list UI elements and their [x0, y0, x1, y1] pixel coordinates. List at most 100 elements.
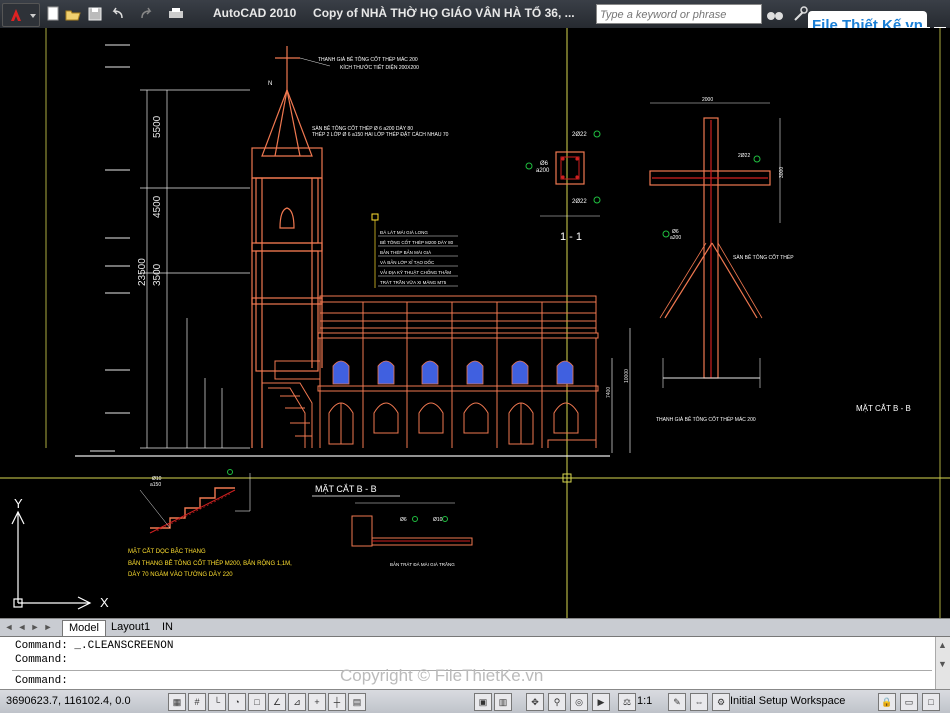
entrance-stair [262, 360, 321, 448]
layout-tab-bar: ◄ ◄ ► ► Model Layout1 IN [0, 618, 950, 636]
polar-tracking-icon[interactable]: ◔ [228, 693, 246, 711]
scroll-down-icon[interactable]: ▼ [938, 659, 947, 669]
slab-note: BẢN TRÁT ĐÁ MÀI GIÀ TRẮNG [390, 560, 455, 567]
layer-note-2: BÊ TÔNG CỐT THÉP M200 DÀY 80 [380, 238, 454, 245]
dim-4500: 4500 [152, 195, 163, 218]
cross-bar-label: 2Ø22 [738, 153, 750, 159]
layer-note-5: VẢI ĐỊA KỸ THUẬT CHỐNG THẤM [380, 269, 451, 275]
last-tab-icon[interactable]: ► [43, 621, 53, 633]
tab-layout1[interactable]: Layout1 [105, 620, 156, 635]
snap-mode-icon[interactable]: ▦ [168, 693, 186, 711]
dim-10000: 10000 [624, 369, 630, 383]
north-label: N [268, 81, 272, 87]
first-tab-icon[interactable]: ◄ [4, 621, 14, 633]
dim-23500: 23500 [137, 258, 148, 286]
search-input[interactable] [597, 7, 763, 23]
dynamic-ucs-icon[interactable]: ⊿ [288, 693, 306, 711]
command-history-line-1: Command: _.CLEANSCREENON [15, 640, 174, 652]
grid-display-icon[interactable]: # [188, 693, 206, 711]
stair-note-2: DÀY 70 NGÀM VÀO TƯỜNG DÀY 220 [128, 571, 233, 578]
spire-note-1: SÀN BÊ TÔNG CỐT THÉP Ø 6 a200 DÀY 80 [312, 124, 413, 132]
search-box[interactable] [596, 4, 763, 24]
command-scrollbar[interactable]: ▲ ▼ [935, 637, 950, 689]
stair-title: MẶT CẮT DỌC BẬC THANG [128, 547, 206, 555]
dim-5500: 5500 [152, 115, 163, 138]
save-icon[interactable] [86, 5, 104, 23]
stair-note-1: BẢN THANG BÊ TÔNG CỐT THÉP M200, BẢN RỘN… [128, 559, 292, 567]
lock-icon[interactable]: 🔒 [878, 693, 896, 711]
section-1-1-detail: 2Ø22 2Ø22 Ø6 a200 1 - 1 [525, 130, 601, 243]
upper-windows [332, 360, 574, 385]
app-title: AutoCAD 2010 [213, 6, 297, 20]
stair-bar-spacing: a150 [150, 482, 161, 488]
cross-dim-height: 3000 [779, 167, 785, 178]
rear-step [547, 439, 596, 448]
application-menu-button[interactable] [2, 3, 40, 27]
lower-arched-windows [328, 402, 579, 445]
cross-top-note-2: KÍCH THƯỚC TIẾT DIỆN 200X200 [340, 63, 419, 71]
section-label: 1 - 1 [560, 231, 582, 243]
matcat-right-label: MẶT CẮT B - B [856, 404, 911, 413]
annotation-scale-value[interactable]: 1:1 [637, 695, 652, 707]
pan-icon[interactable]: ✥ [526, 693, 544, 711]
object-snap-tracking-icon[interactable]: ∠ [268, 693, 286, 711]
next-tab-icon[interactable]: ► [30, 621, 40, 633]
showmotion-icon[interactable]: ▶ [592, 693, 610, 711]
lineweight-icon[interactable]: ┼ [328, 693, 346, 711]
nave-structure [317, 295, 599, 448]
ucs-x-label: X [100, 595, 109, 610]
matcat-center-label: MẶT CẮT B - B [315, 484, 377, 494]
prev-tab-icon[interactable]: ◄ [17, 621, 27, 633]
auto-scale-icon[interactable]: ⇔ [690, 693, 708, 711]
layer-note-4: VÀ BẢN LỚP XỈ TẠO DỐC [380, 259, 435, 265]
tab-in[interactable]: IN [156, 620, 179, 635]
slab-detail: Ø6 Ø10 BẢN TRÁT ĐÁ MÀI GIÀ TRẮNG [351, 502, 473, 567]
window-title: AutoCAD 2010 Copy of NHÀ THỜ HỌ GIÁO VÂN… [213, 6, 575, 20]
scroll-up-icon[interactable]: ▲ [938, 640, 947, 650]
level-markers [90, 44, 130, 452]
spire-note-2: THÉP 2 LỚP Ø 6 a150 HAI LỚP THÉP ĐẶT CÁC… [312, 131, 449, 138]
tab-model[interactable]: Model [62, 620, 106, 636]
ucs-y-label: Y [14, 496, 23, 511]
autocad-logo-icon [11, 9, 36, 21]
quick-properties-icon[interactable]: ▤ [348, 693, 366, 711]
cross-dim-width: 2000 [702, 97, 713, 103]
layer-note-6: TRÁT TRẦN VỮA XI MĂNG M75 [380, 279, 447, 285]
cross-bottom-note: THANH GIÀ BÊ TÔNG CỐT THÉP MÁC 200 [656, 415, 756, 423]
layout-icon[interactable]: ▥ [494, 693, 512, 711]
copyright-watermark: Copyright © FileThietKe.vn [340, 666, 544, 685]
cross-top-note-1: THANH GIÀ BÊ TÔNG CỐT THÉP MÁC 200 [318, 55, 418, 63]
dynamic-input-icon[interactable]: + [308, 693, 326, 711]
command-history-line-2: Command: [15, 654, 68, 666]
ortho-mode-icon[interactable]: └ [208, 693, 226, 711]
binoculars-icon[interactable] [765, 5, 785, 23]
object-snap-icon[interactable]: □ [248, 693, 266, 711]
status-bar: 3690623.7, 116102.4, 0.0 ▦ # └ ◔ □ ∠ ⊿ +… [0, 689, 950, 713]
clean-screen-icon[interactable]: □ [922, 693, 940, 711]
plot-icon[interactable] [166, 5, 188, 23]
document-title: Copy of NHÀ THỜ HỌ GIÁO VÂN HÀ TỔ 36, ..… [313, 6, 575, 20]
layer-note-3: BẢN THÉP BẢN MÀI GIÀ [380, 249, 431, 255]
open-folder-icon[interactable] [64, 5, 82, 23]
workspace-gear-icon[interactable]: ⚙ [712, 693, 730, 711]
workspace-switcher[interactable]: Initial Setup Workspace [730, 695, 845, 707]
section-bar-bottom: 2Ø22 [572, 199, 587, 205]
coordinate-readout: 3690623.7, 116102.4, 0.0 [6, 695, 131, 707]
undo-icon[interactable] [108, 5, 130, 23]
layer-notes: ĐÁ LÁT MÁI GIÀ LONG BÊ TÔNG CỐT THÉP M20… [371, 213, 458, 288]
annotation-scale-icon[interactable]: ⚖ [618, 693, 636, 711]
wrench-icon[interactable] [792, 5, 808, 23]
model-space-icon[interactable]: ▣ [474, 693, 492, 711]
command-prompt[interactable]: Command: [15, 675, 68, 687]
drawing-canvas[interactable]: 5500 4500 3500 23500 10000 7400 N THANH … [0, 28, 950, 618]
cross-stirrup-spacing: a200 [670, 235, 681, 241]
hardware-acceleration-icon[interactable]: ▭ [900, 693, 918, 711]
section-stirrup-spacing: a200 [536, 168, 550, 174]
zoom-icon[interactable]: ⚲ [548, 693, 566, 711]
steering-wheel-icon[interactable]: ◎ [570, 693, 588, 711]
title-bar: AutoCAD 2010 Copy of NHÀ THỜ HỌ GIÁO VÂN… [0, 0, 950, 41]
annotation-visibility-icon[interactable]: ✎ [668, 693, 686, 711]
cross-note: SÀN BÊ TÔNG CỐT THÉP [733, 253, 794, 261]
redo-icon[interactable] [136, 5, 158, 23]
new-file-icon[interactable] [44, 5, 62, 23]
